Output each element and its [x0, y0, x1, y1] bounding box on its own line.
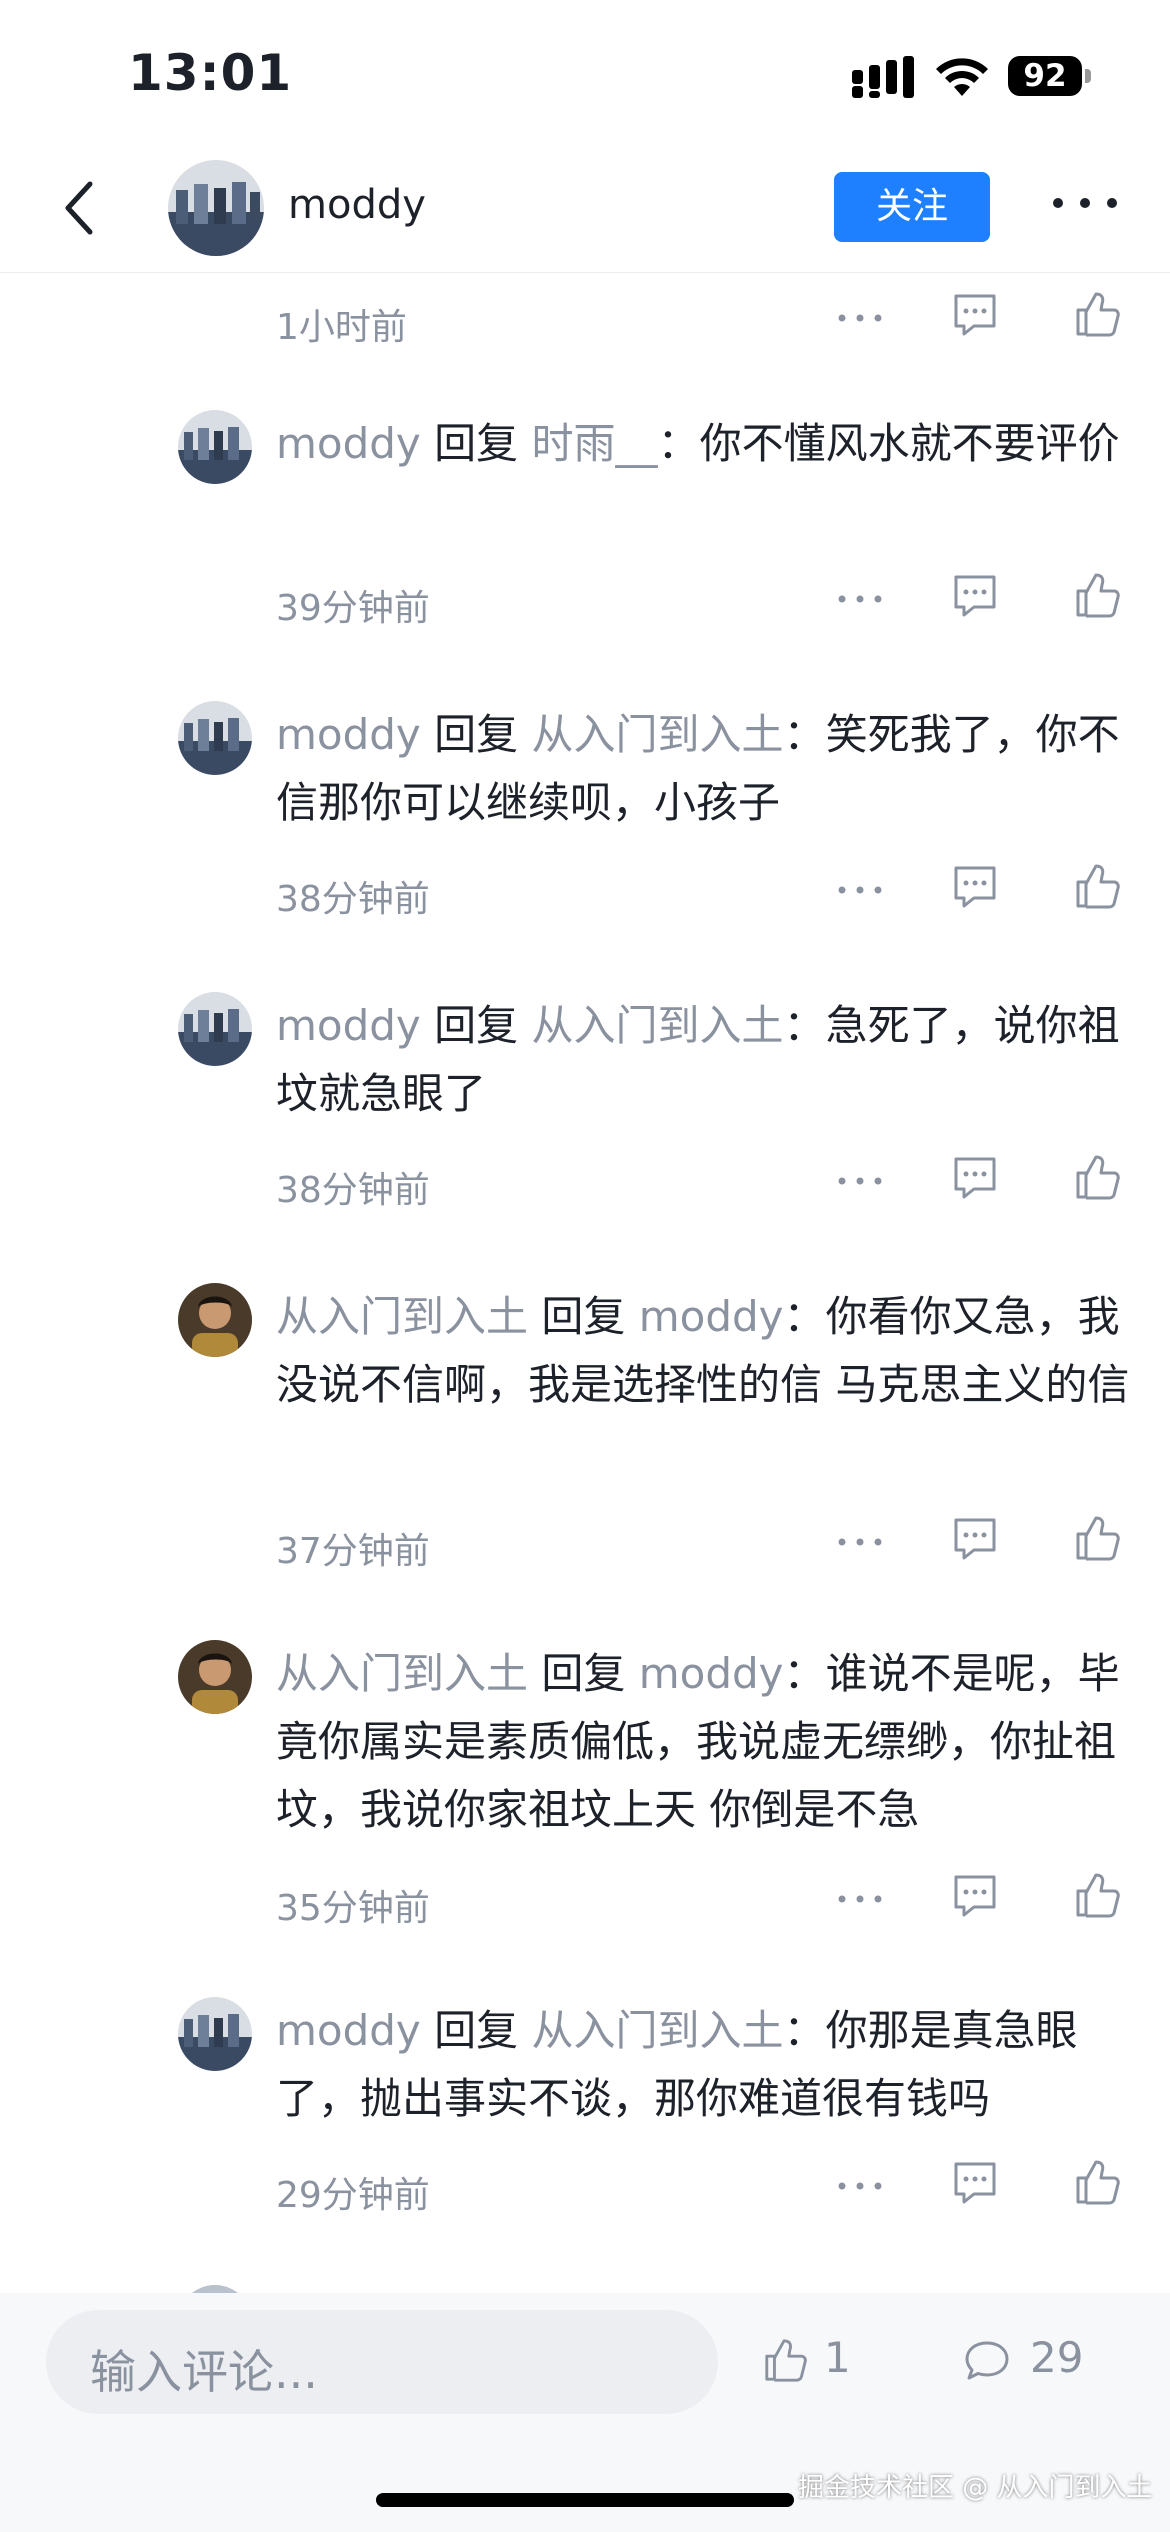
comment-timestamp: 1小时前 [276, 307, 407, 348]
ellipsis-icon[interactable] [836, 1171, 884, 1191]
battery-level: 92 [1008, 56, 1082, 96]
home-indicator[interactable] [376, 2493, 794, 2507]
comment-icon[interactable] [952, 1155, 998, 1201]
reply-label: 回复 [434, 2006, 519, 2055]
watermark: 掘金技术社区 @ 从入门到入土 [798, 2473, 1153, 2503]
comment-text: 从入门到入土 回复 moddy：你看你又急，我没说不信啊，我是选择性的信 马克思… [276, 1292, 1130, 1409]
ellipsis-icon[interactable] [836, 589, 884, 609]
status-bar: 13:01 92 [0, 0, 1170, 150]
ellipsis-icon[interactable] [836, 2176, 884, 2196]
avatar[interactable] [178, 1640, 252, 1714]
status-time: 13:01 [128, 44, 293, 102]
comment-author[interactable]: moddy [276, 1001, 421, 1050]
comment-content: 你不懂风水就不要评价 [699, 419, 1120, 468]
reply-target[interactable]: 从入门到入土 [532, 1001, 784, 1050]
comment-timestamp: 35分钟前 [276, 1888, 430, 1929]
avatar[interactable] [178, 1283, 252, 1357]
comment-author[interactable]: moddy [276, 419, 421, 468]
comment-count[interactable]: 29 [1030, 2333, 1083, 2382]
wifi-icon [936, 58, 988, 96]
more-icon[interactable] [1050, 188, 1120, 218]
cellular-signal-icon [852, 56, 914, 98]
avatar[interactable] [168, 160, 264, 256]
avatar[interactable] [178, 410, 252, 484]
thumb-up-icon[interactable] [1074, 290, 1120, 338]
reply-label: 回复 [434, 1001, 519, 1050]
thumb-up-icon[interactable] [1074, 2158, 1120, 2206]
comment-author[interactable]: 从入门到入土 [276, 1649, 528, 1698]
comment-author[interactable]: 从入门到入土 [276, 1292, 528, 1341]
avatar[interactable] [178, 701, 252, 775]
comment-icon[interactable] [952, 292, 998, 338]
reply-label: 回复 [434, 419, 519, 468]
back-icon[interactable] [56, 178, 106, 238]
thumb-up-icon[interactable] [1074, 1514, 1120, 1562]
comment-icon[interactable] [952, 2160, 998, 2206]
comment-icon[interactable] [952, 573, 998, 619]
reply-target[interactable]: moddy [639, 1649, 784, 1698]
thumb-up-icon[interactable] [1074, 1871, 1120, 1919]
comment-timestamp: 37分钟前 [276, 1531, 430, 1572]
thumb-up-icon[interactable] [1074, 1153, 1120, 1201]
top-nav-bar: moddy 关注 [0, 150, 1170, 273]
comment-thread-page: 13:01 92 moddy 关注 1小时前 moddy 回复 时雨__：你不懂… [0, 0, 1170, 2532]
comment-author[interactable]: moddy [276, 2006, 421, 2055]
comment-meta: 38分钟前 [276, 862, 1136, 922]
comment-icon[interactable] [952, 1873, 998, 1919]
comment-text: 从入门到入土 回复 moddy：谁说不是呢，毕竟你属实是素质偏低，我说虚无缥缈，… [276, 1649, 1120, 1834]
comment-text: moddy 回复 从入门到入土：你那是真急眼了，抛出事实不谈，那你难道很有钱吗 [276, 2006, 1078, 2123]
comment-meta: 39分钟前 [276, 571, 1136, 631]
comment-meta: 29分钟前 [276, 2158, 1136, 2218]
comment-timestamp: 29分钟前 [276, 2175, 430, 2216]
reply-target[interactable]: 从入门到入土 [532, 2006, 784, 2055]
comment-timestamp: 39分钟前 [276, 588, 430, 629]
comment-meta: 1小时前 [276, 290, 1136, 350]
follow-button[interactable]: 关注 [834, 172, 990, 242]
reply-label: 回复 [541, 1292, 626, 1341]
comment-meta: 37分钟前 [276, 1514, 1136, 1574]
reply-label: 回复 [541, 1649, 626, 1698]
ellipsis-icon[interactable] [836, 880, 884, 900]
reply-target[interactable]: 从入门到入土 [532, 710, 784, 759]
header-username[interactable]: moddy [288, 182, 426, 228]
comment-list: 1小时前 moddy 回复 时雨__：你不懂风水就不要评价 39分钟前 modd… [0, 273, 1170, 2293]
comment-meta: 38分钟前 [276, 1153, 1136, 1213]
comment-icon[interactable] [952, 1516, 998, 1562]
comment-input[interactable]: 输入评论... [46, 2310, 718, 2414]
thumb-up-icon[interactable] [1074, 862, 1120, 910]
reply-target[interactable]: 时雨__ [532, 419, 658, 468]
comment-timestamp: 38分钟前 [276, 1170, 430, 1211]
comment-timestamp: 38分钟前 [276, 879, 430, 920]
avatar[interactable] [178, 992, 252, 1066]
comment-text: moddy 回复 时雨__：你不懂风水就不要评价 [276, 419, 1120, 468]
thumb-up-icon[interactable] [1074, 571, 1120, 619]
thumb-up-icon[interactable] [762, 2337, 808, 2383]
battery-icon: 92 [1008, 56, 1094, 98]
comment-input-bar: 输入评论... 1 29 掘金技术社区 @ 从入门到入土 [0, 2293, 1170, 2532]
comment-input-placeholder: 输入评论... [90, 2345, 318, 2399]
comment-meta: 35分钟前 [276, 1871, 1136, 1931]
reply-label: 回复 [434, 710, 519, 759]
avatar[interactable] [178, 2285, 252, 2293]
reply-target[interactable]: moddy [639, 1292, 784, 1341]
like-count[interactable]: 1 [824, 2333, 851, 2382]
ellipsis-icon[interactable] [836, 1889, 884, 1909]
avatar[interactable] [178, 1997, 252, 2071]
comment-text: moddy 回复 从入门到入土：急死了，说你祖坟就急眼了 [276, 1001, 1120, 1118]
ellipsis-icon[interactable] [836, 308, 884, 328]
comment-icon[interactable] [952, 864, 998, 910]
comment-text: moddy 回复 从入门到入土：笑死我了，你不信那你可以继续呗，小孩子 [276, 710, 1120, 827]
comment-bubble-icon[interactable] [964, 2339, 1010, 2381]
comment-author[interactable]: moddy [276, 710, 421, 759]
ellipsis-icon[interactable] [836, 1532, 884, 1552]
